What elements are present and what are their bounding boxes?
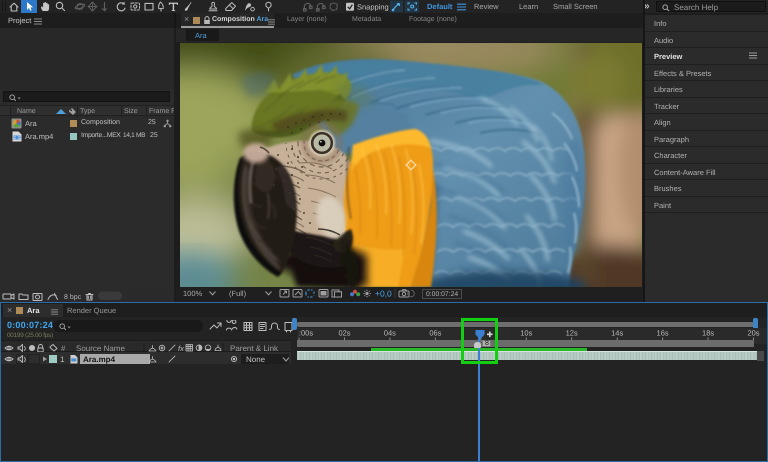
svg-text:12s: 12s bbox=[566, 329, 578, 338]
svg-text:+0,0: +0,0 bbox=[375, 289, 392, 299]
svg-text:06s: 06s bbox=[429, 329, 441, 338]
svg-text:02s: 02s bbox=[338, 329, 350, 338]
svg-text:8 bpc: 8 bpc bbox=[64, 293, 82, 301]
svg-text::00s: :00s bbox=[299, 329, 313, 338]
svg-text:None: None bbox=[246, 355, 266, 364]
svg-text:14s: 14s bbox=[611, 329, 623, 338]
svg-text:20s: 20s bbox=[747, 329, 759, 338]
svg-text:16s: 16s bbox=[657, 329, 669, 338]
svg-text:Ara.mp4: Ara.mp4 bbox=[83, 355, 116, 364]
svg-text:04s: 04s bbox=[384, 329, 396, 338]
svg-text:10s: 10s bbox=[520, 329, 532, 338]
svg-text:1: 1 bbox=[60, 355, 65, 364]
svg-text:18s: 18s bbox=[702, 329, 714, 338]
svg-text:Snapping: Snapping bbox=[357, 3, 389, 12]
